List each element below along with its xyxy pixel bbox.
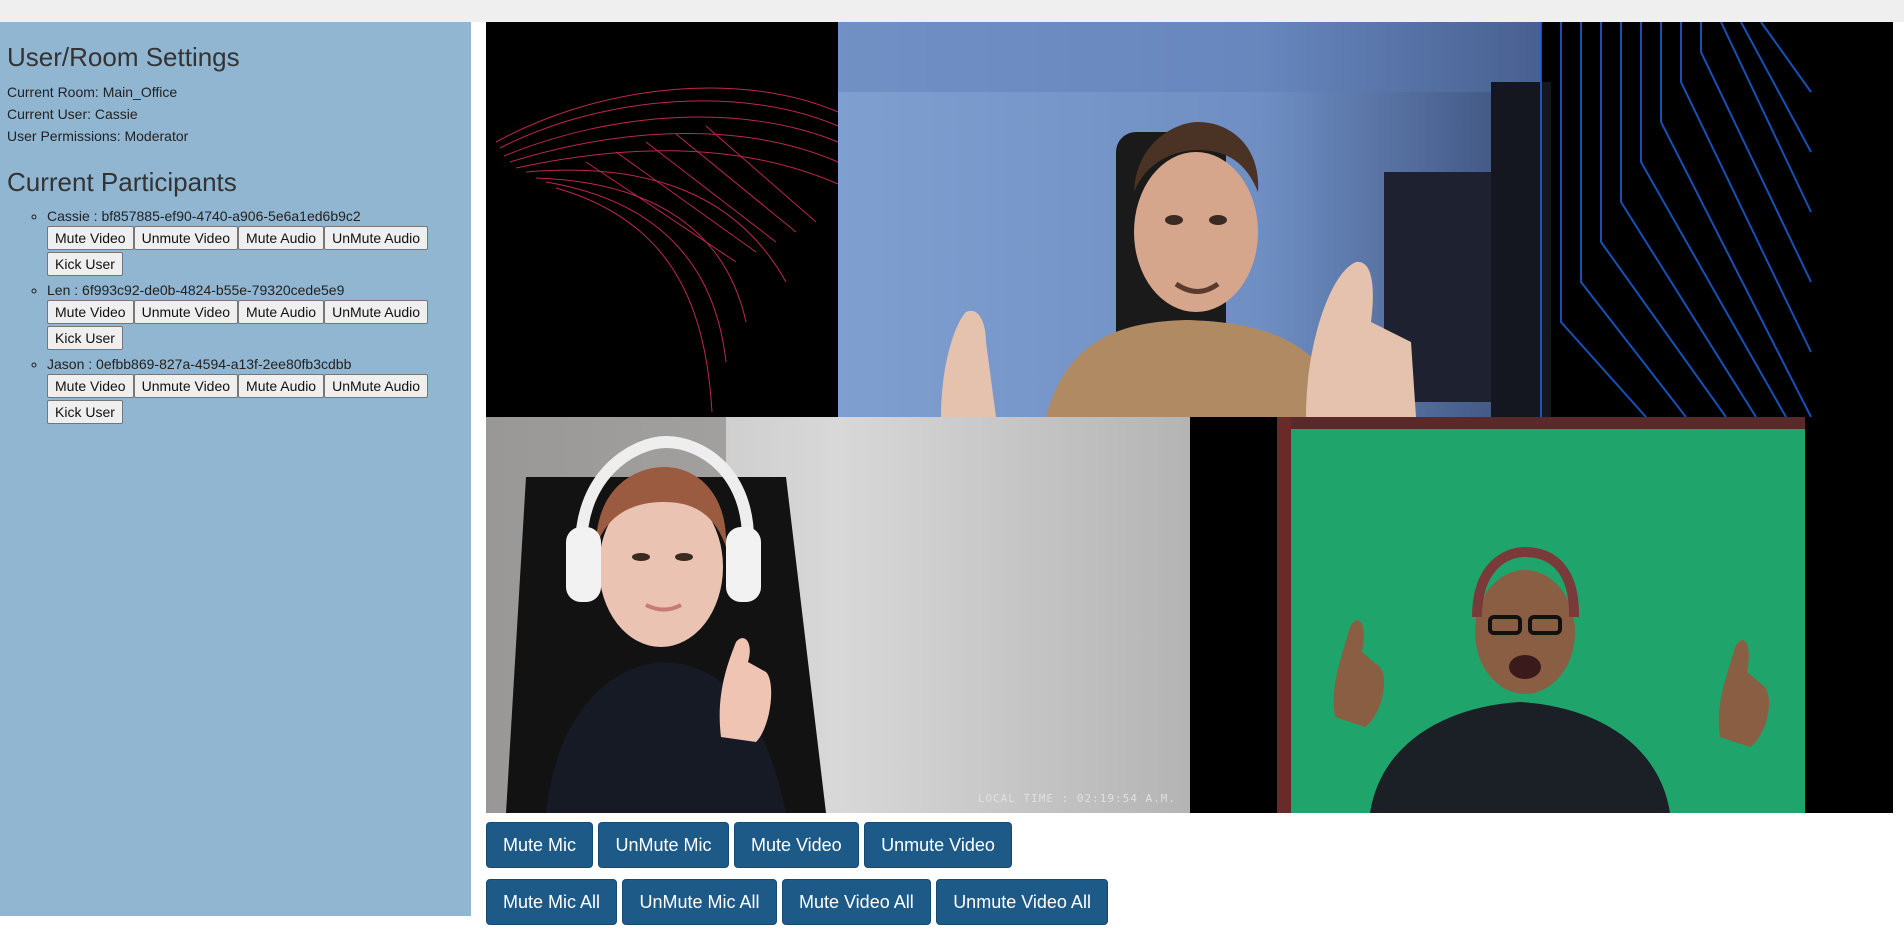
current-room: Current Room: Main_Office xyxy=(7,84,178,100)
participant-item: Cassie : bf857885-ef90-4740-a906-5e6a1ed… xyxy=(47,206,464,278)
settings-sidebar: User/Room Settings Current Room: Main_Of… xyxy=(0,22,471,916)
mute-audio-button[interactable]: Mute Audio xyxy=(238,226,325,250)
video-tile-cassie: LOCAL TIME : 02:19:54 A.M. xyxy=(486,417,1190,813)
video-frame-cassie: LOCAL TIME : 02:19:54 A.M. xyxy=(486,417,1190,813)
global-controls-row: Mute Mic All UnMute Mic All Mute Video A… xyxy=(486,879,1109,925)
settings-heading: User/Room Settings xyxy=(7,42,240,72)
mute-audio-button[interactable]: Mute Audio xyxy=(238,374,325,398)
unmute-mic-all-button[interactable]: UnMute Mic All xyxy=(622,879,777,925)
participant-item: Len : 6f993c92-de0b-4824-b55e-79320cede5… xyxy=(47,280,464,352)
unmute-video-button[interactable]: Unmute Video xyxy=(864,822,1012,868)
unmute-video-button[interactable]: Unmute Video xyxy=(133,226,239,250)
top-bar xyxy=(0,0,1904,22)
participant-label: Len : 6f993c92-de0b-4824-b55e-79320cede5… xyxy=(47,282,345,298)
unmute-audio-button[interactable]: UnMute Audio xyxy=(324,374,429,398)
mute-mic-button[interactable]: Mute Mic xyxy=(486,822,594,868)
len-webcam xyxy=(838,22,1551,417)
participant-label: Cassie : bf857885-ef90-4740-a906-5e6a1ed… xyxy=(47,208,361,224)
video-grid: LOCAL TIME : 02:19:54 A.M. xyxy=(486,22,1893,813)
unmute-audio-button[interactable]: UnMute Audio xyxy=(324,226,429,250)
unmute-mic-button[interactable]: UnMute Mic xyxy=(598,822,729,868)
mute-video-button[interactable]: Mute Video xyxy=(47,226,134,250)
participant-label: Jason : 0efbb869-827a-4594-a13f-2ee80fb3… xyxy=(47,356,352,372)
mute-video-button[interactable]: Mute Video xyxy=(733,822,859,868)
video-tile-len xyxy=(486,22,1893,417)
video-frame-jason xyxy=(1190,417,1893,813)
mute-video-button[interactable]: Mute Video xyxy=(47,374,134,398)
mute-video-all-button[interactable]: Mute Video All xyxy=(781,879,931,925)
unmute-video-button[interactable]: Unmute Video xyxy=(133,300,239,324)
participants-heading: Current Participants xyxy=(7,167,237,197)
video-tile-jason xyxy=(1190,417,1893,813)
mute-audio-button[interactable]: Mute Audio xyxy=(238,300,325,324)
kick-user-button[interactable]: Kick User xyxy=(47,400,123,424)
participant-controls: Mute Video Unmute Video Mute Audio UnMute A… xyxy=(47,300,447,352)
unmute-video-all-button[interactable]: Unmute Video All xyxy=(936,879,1108,925)
unmute-audio-button[interactable]: UnMute Audio xyxy=(324,300,429,324)
mute-mic-all-button[interactable]: Mute Mic All xyxy=(486,879,618,925)
local-controls-row: Mute Mic UnMute Mic Mute Video Unmute Vi… xyxy=(486,822,1013,868)
local-time-overlay: LOCAL TIME : 02:19:54 A.M. xyxy=(978,792,1176,805)
user-permissions: User Permissions: Moderator xyxy=(7,128,189,144)
participant-controls: Mute Video Unmute Video Mute Audio UnMute A… xyxy=(47,226,447,278)
kick-user-button[interactable]: Kick User xyxy=(47,326,123,350)
video-frame-len xyxy=(486,22,1893,417)
mute-video-button[interactable]: Mute Video xyxy=(47,300,134,324)
participant-list: Cassie : bf857885-ef90-4740-a906-5e6a1ed… xyxy=(7,206,464,426)
participant-item: Jason : 0efbb869-827a-4594-a13f-2ee80fb3… xyxy=(47,354,464,426)
unmute-video-button[interactable]: Unmute Video xyxy=(133,374,239,398)
participant-controls: Mute Video Unmute Video Mute Audio UnMute A… xyxy=(47,374,447,426)
current-user: Current User: Cassie xyxy=(7,106,138,122)
kick-user-button[interactable]: Kick User xyxy=(47,252,123,276)
